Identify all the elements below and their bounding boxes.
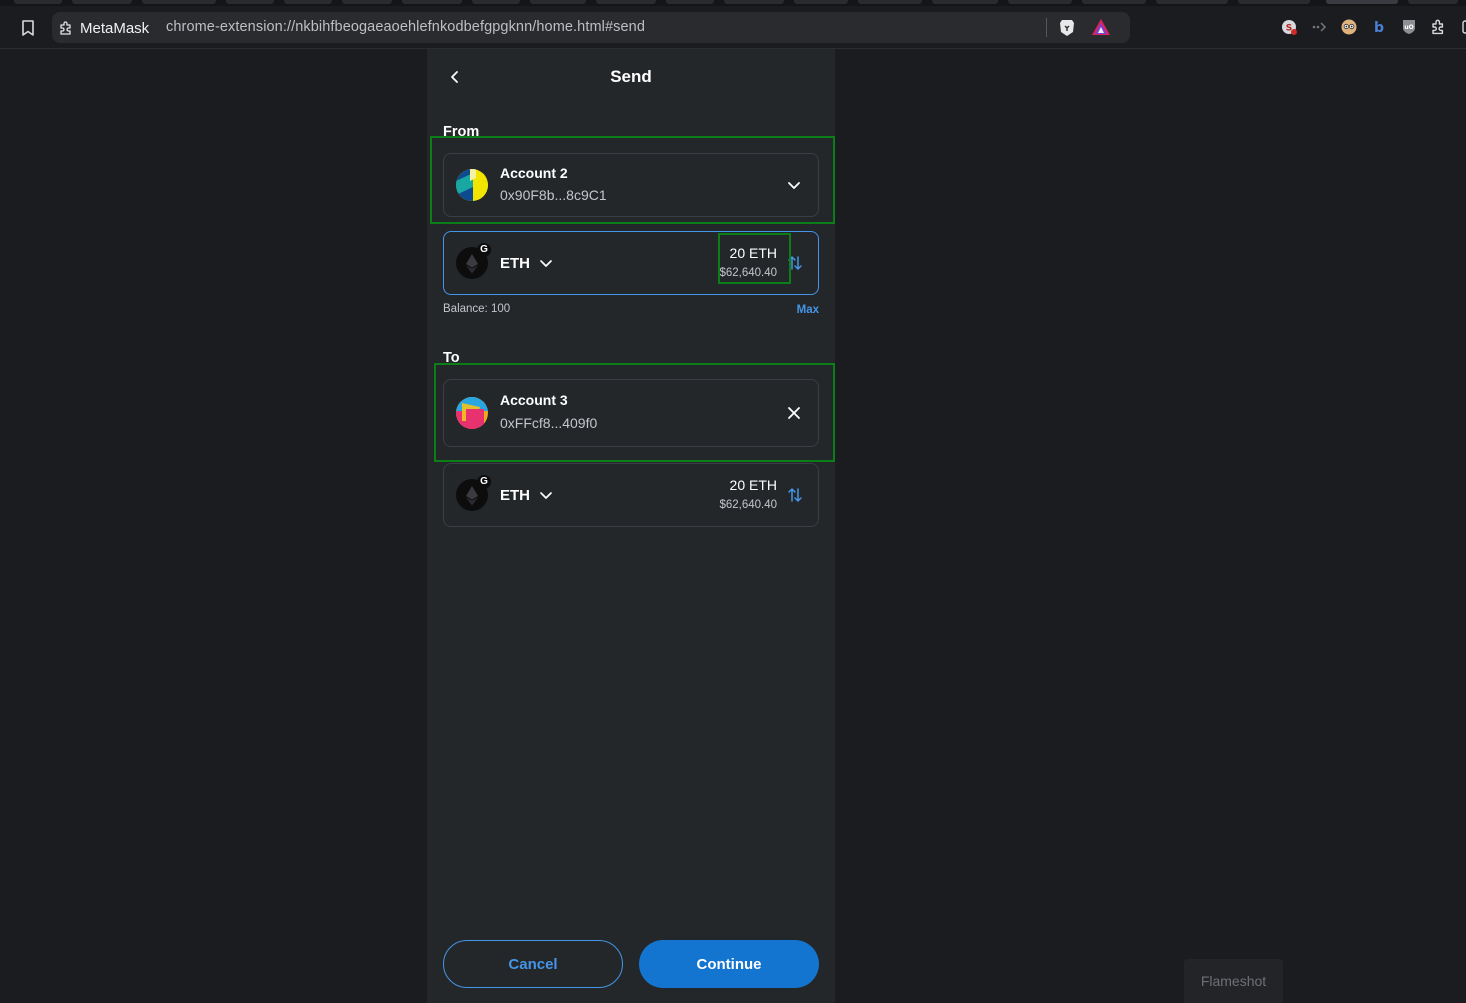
tab-segment[interactable] xyxy=(402,0,462,4)
site-info-chip[interactable]: MetaMask xyxy=(58,18,149,38)
bookmark-icon[interactable] xyxy=(18,18,38,38)
ublock-icon[interactable]: uO xyxy=(1398,16,1420,38)
tab-segment[interactable] xyxy=(472,0,520,4)
site-name: MetaMask xyxy=(80,19,150,37)
swap-currency-icon[interactable] xyxy=(786,486,804,504)
brave-shield-icon[interactable] xyxy=(1058,18,1076,38)
from-account-address: 0x90F8b...8c9C1 xyxy=(500,187,607,203)
from-account-picker[interactable]: Account 2 0x90F8b...8c9C1 xyxy=(443,153,819,217)
to-account-name: Account 3 xyxy=(500,392,568,408)
svg-text:b: b xyxy=(1374,20,1384,36)
page-title: Send xyxy=(610,67,652,86)
address-bar[interactable]: MetaMask chrome-extension://nkbihfbeogae… xyxy=(52,12,1130,43)
from-fiat-value: $62,640.40 xyxy=(719,267,777,279)
continue-button[interactable]: Continue xyxy=(639,940,819,988)
tab-segment[interactable] xyxy=(284,0,332,4)
to-account-address: 0xFFcf8...409f0 xyxy=(500,415,598,431)
token-chevron-down-icon[interactable] xyxy=(538,255,554,271)
tab-segment[interactable] xyxy=(794,0,848,4)
tab-segment[interactable] xyxy=(1156,0,1228,4)
tab-segment[interactable] xyxy=(342,0,392,4)
tab-segment[interactable] xyxy=(1238,0,1310,4)
account-3-avatar xyxy=(456,397,488,429)
sidebar-icon[interactable] xyxy=(1458,16,1466,38)
extension-icons: S b uO xyxy=(1278,16,1466,38)
send-panel: Send From Account 2 0x90F8b...8c9C1 G ET… xyxy=(427,49,835,1003)
to-token-symbol: ETH xyxy=(500,487,530,504)
tab-segment[interactable] xyxy=(596,0,656,4)
token-chevron-down-icon[interactable] xyxy=(538,487,554,503)
max-button[interactable]: Max xyxy=(797,304,819,316)
close-icon[interactable] xyxy=(784,403,804,423)
from-account-name: Account 2 xyxy=(500,165,568,181)
to-label: To xyxy=(443,350,460,366)
svg-text:uO: uO xyxy=(1404,24,1413,31)
tab-segment[interactable] xyxy=(932,0,998,4)
tab-segment[interactable] xyxy=(724,0,784,4)
brave-rewards-icon[interactable] xyxy=(1091,18,1111,36)
extensions-puzzle-icon[interactable] xyxy=(1428,16,1450,38)
tab-segment[interactable] xyxy=(1008,0,1072,4)
eth-token-icon: G xyxy=(456,475,491,511)
tab-segment[interactable] xyxy=(1408,0,1458,4)
tab-segment[interactable] xyxy=(1082,0,1146,4)
from-token-symbol: ETH xyxy=(500,255,530,272)
to-fiat-value: $62,640.40 xyxy=(719,499,777,511)
tab-segment[interactable] xyxy=(226,0,274,4)
account-2-avatar xyxy=(456,169,488,201)
tab-segment[interactable] xyxy=(142,0,216,4)
tab-segment[interactable] xyxy=(530,0,586,4)
tab-segment-active[interactable] xyxy=(1326,0,1398,4)
url-divider xyxy=(1046,18,1047,37)
chevron-down-icon[interactable] xyxy=(784,175,804,195)
from-asset-amount-field[interactable]: G ETH 20 ETH $62,640.40 xyxy=(443,231,819,295)
noscript-icon[interactable]: S xyxy=(1278,16,1300,38)
tab-segment[interactable] xyxy=(14,0,62,4)
flameshot-label: Flameshot xyxy=(1184,959,1283,1003)
url-text[interactable]: chrome-extension://nkbihfbeogaeaoehlefnk… xyxy=(166,19,645,35)
to-amount-value[interactable]: 20 ETH xyxy=(730,477,777,493)
eth-token-icon: G xyxy=(456,243,491,279)
from-label: From xyxy=(443,124,480,140)
dots-arrow-icon[interactable] xyxy=(1308,16,1330,38)
network-badge: G xyxy=(477,475,491,489)
network-badge: G xyxy=(477,243,491,257)
to-asset-amount-field[interactable]: G ETH 20 ETH $62,640.40 xyxy=(443,463,819,527)
puzzle-icon xyxy=(58,20,74,36)
face-icon[interactable] xyxy=(1338,16,1360,38)
balance-label: Balance: 100 xyxy=(443,303,511,315)
tab-segment[interactable] xyxy=(666,0,714,4)
to-recipient-field[interactable]: Account 3 0xFFcf8...409f0 xyxy=(443,379,819,447)
browser-toolbar: MetaMask chrome-extension://nkbihfbeogae… xyxy=(0,6,1466,49)
from-amount-input[interactable]: 20 ETH xyxy=(730,245,777,261)
tab-segment[interactable] xyxy=(858,0,922,4)
tab-segment[interactable] xyxy=(72,0,132,4)
cancel-button[interactable]: Cancel xyxy=(443,940,623,988)
b-icon[interactable]: b xyxy=(1368,16,1390,38)
swap-currency-icon[interactable] xyxy=(786,254,804,272)
